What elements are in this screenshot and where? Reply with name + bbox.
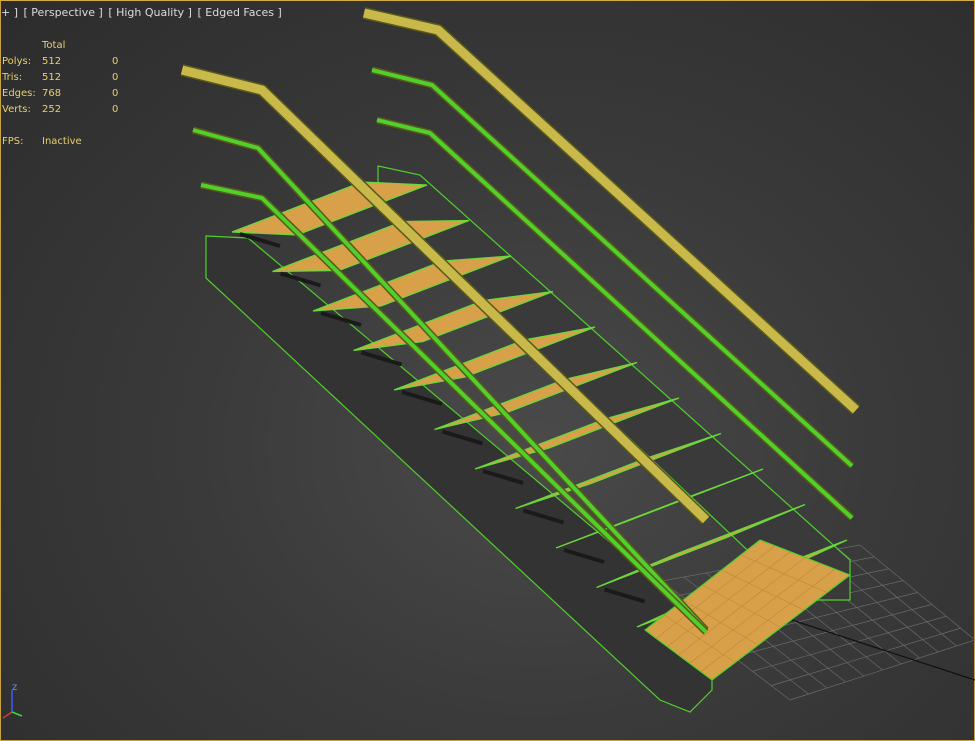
staircase-model[interactable] [180,7,861,713]
grid-line [771,627,961,686]
axis-gizmo: z [2,682,23,719]
left-stringer [205,235,713,713]
perspective-viewport-scene[interactable]: z [0,0,975,741]
axis-z-label: z [12,682,17,693]
